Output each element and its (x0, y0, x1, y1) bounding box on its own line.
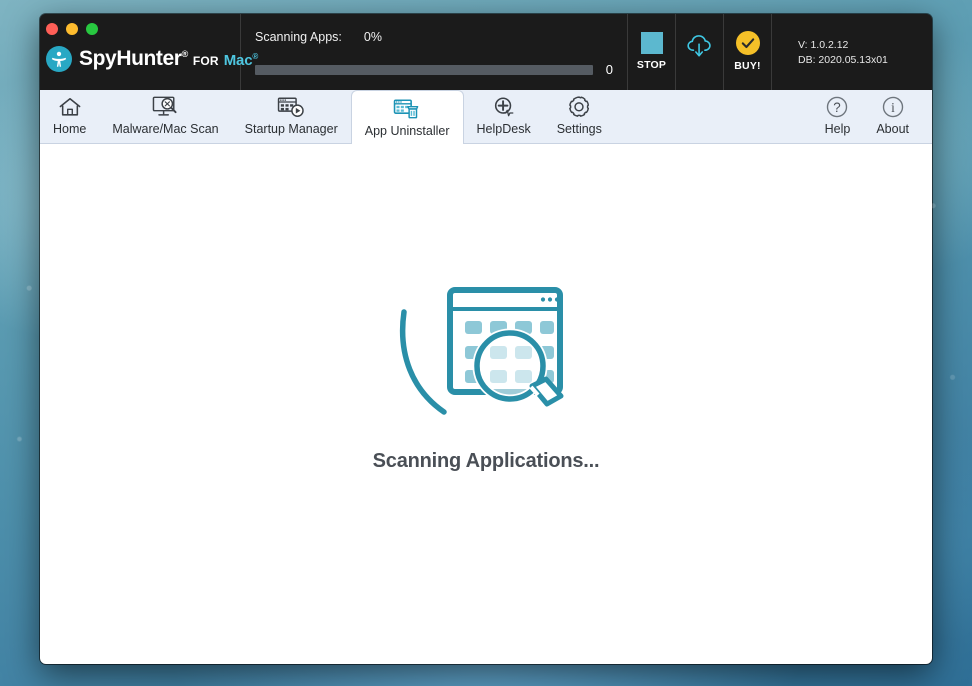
app-version: V: 1.0.2.12 (798, 38, 849, 51)
svg-text:?: ? (834, 100, 841, 115)
tab-app-uninstaller[interactable]: App Uninstaller (350, 90, 464, 144)
progress-row: 0 (255, 62, 613, 80)
stop-square-icon (640, 31, 663, 54)
brand-column: SpyHunter® FOR Mac® (40, 14, 258, 90)
window-titlebar: SpyHunter® FOR Mac® Scanning Apps: 0% 0 (40, 14, 932, 90)
tab-malware-mac-scan-label: Malware/Mac Scan (112, 122, 219, 136)
scan-progress-bar (255, 64, 593, 75)
help-question-icon: ? (825, 95, 849, 119)
app-scan-magnifier-icon (386, 264, 586, 424)
cloud-download-icon (685, 31, 715, 66)
spyhunter-app-window: SpyHunter® FOR Mac® Scanning Apps: 0% 0 (40, 14, 932, 664)
close-window-button[interactable] (46, 23, 58, 35)
database-version: DB: 2020.05.13x01 (798, 53, 888, 66)
tab-malware-mac-scan[interactable]: Malware/Mac Scan (99, 89, 231, 143)
tab-settings[interactable]: Settings (544, 89, 615, 143)
tab-helpdesk-label: HelpDesk (476, 122, 531, 136)
scan-item-count: 0 (605, 62, 613, 77)
buy-check-icon (735, 30, 760, 55)
spyhunter-logo-icon (46, 46, 72, 72)
tab-startup-manager[interactable]: Startup Manager (232, 89, 351, 143)
main-content-area: Scanning Applications... (40, 144, 932, 664)
primary-tabs: Home Malware/Mac Scan Startup Manager Ap… (40, 89, 615, 144)
traffic-lights (46, 23, 98, 35)
about-info-icon: i (881, 95, 905, 119)
tab-help[interactable]: ? Help (812, 89, 864, 143)
brand-name: SpyHunter® (79, 47, 188, 70)
stop-button-label: STOP (636, 58, 667, 71)
tab-about[interactable]: i About (863, 89, 922, 143)
tab-app-uninstaller-label: App Uninstaller (364, 123, 450, 138)
brand-for-word: FOR (192, 54, 219, 68)
helpdesk-icon (491, 95, 517, 119)
tab-settings-label: Settings (556, 122, 602, 136)
settings-gear-icon (566, 95, 592, 119)
brand-platform: Mac® (223, 52, 259, 69)
startup-manager-icon (276, 95, 306, 119)
tab-about-label: About (876, 122, 909, 136)
tab-home[interactable]: Home (40, 89, 99, 143)
scan-percent: 0% (363, 30, 382, 44)
tab-help-label: Help (824, 122, 851, 136)
home-icon (58, 95, 82, 119)
scan-status-line: Scanning Apps: 0% (255, 30, 613, 44)
zoom-window-button[interactable] (86, 23, 98, 35)
update-button[interactable] (676, 14, 724, 90)
tab-startup-manager-label: Startup Manager (244, 122, 338, 136)
buy-button[interactable]: BUY! (724, 14, 772, 90)
main-navigation-tabs: Home Malware/Mac Scan Startup Manager Ap… (40, 90, 932, 144)
tab-helpdesk[interactable]: HelpDesk (464, 89, 544, 143)
app-uninstaller-icon (392, 97, 422, 121)
malware-scan-icon (150, 95, 180, 119)
app-logo: SpyHunter® FOR Mac® (46, 46, 258, 72)
desktop-background: SpyHunter® FOR Mac® Scanning Apps: 0% 0 (0, 0, 972, 686)
version-info: V: 1.0.2.12 DB: 2020.05.13x01 (772, 14, 932, 90)
buy-button-label: BUY! (734, 59, 761, 72)
minimize-window-button[interactable] (66, 23, 78, 35)
tab-home-label: Home (53, 122, 87, 136)
secondary-tabs: ? Help i About (812, 90, 922, 143)
stop-button[interactable]: STOP (628, 14, 676, 90)
svg-text:i: i (891, 100, 895, 115)
scan-label: Scanning Apps: (255, 30, 342, 44)
scanning-status-text: Scanning Applications... (372, 450, 600, 472)
scan-progress-panel: Scanning Apps: 0% 0 (240, 14, 628, 90)
